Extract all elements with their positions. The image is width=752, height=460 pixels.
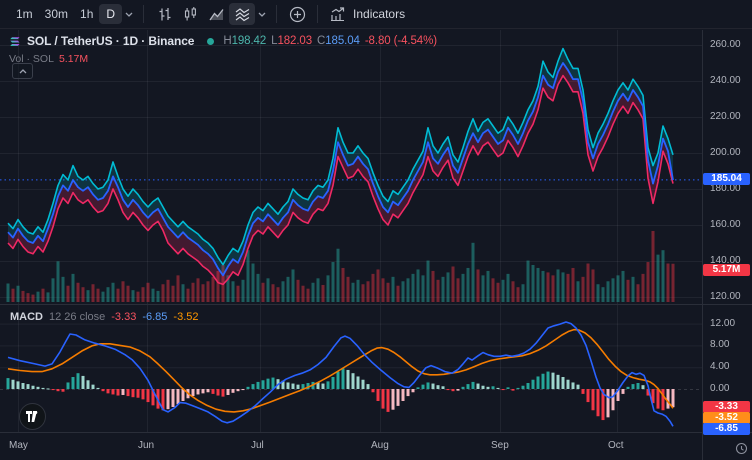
timeframe-dropdown-chevron-icon[interactable]	[122, 4, 136, 24]
indicators-button[interactable]: Indicators	[325, 6, 409, 22]
timeframe-1m-button[interactable]: 1m	[10, 4, 39, 24]
collapse-legend-button[interactable]	[12, 63, 33, 79]
timezone-clock-icon[interactable]	[734, 441, 748, 455]
macd-name[interactable]: MACD	[10, 311, 43, 323]
multi-line-chart-type-icon-selected[interactable]	[229, 3, 255, 25]
close-value: 185.04	[325, 35, 360, 47]
macd-line-value: -6.85	[142, 311, 167, 323]
solana-logo-icon	[9, 35, 22, 48]
last-price-badge: 185.04	[703, 173, 750, 185]
area-chart-type-icon[interactable]	[203, 3, 229, 25]
macd-legend: MACD 12 26 close -3.33 -6.85 -3.52	[10, 311, 199, 323]
high-value: 198.42	[232, 35, 267, 47]
tradingview-logo[interactable]	[19, 403, 46, 430]
timeframe-30m-button[interactable]: 30m	[39, 4, 74, 24]
symbol-legend: SOL / TetherUS · 1D · Binance H198.42 L1…	[9, 33, 437, 66]
top-toolbar: 1m 30m 1h D	[0, 0, 752, 29]
timeframe-1d-button[interactable]: D	[99, 4, 122, 24]
toolbar-separator	[317, 5, 318, 23]
toolbar-separator	[143, 5, 144, 23]
low-value: 182.03	[277, 35, 312, 47]
tradingview-chart-window: 1m 30m 1h D	[0, 0, 752, 460]
macd-line-badge: -6.85	[703, 423, 750, 435]
market-status-dot[interactable]	[207, 38, 214, 45]
compare-add-symbol-icon[interactable]	[284, 3, 310, 25]
volume-badge: 5.17M	[703, 264, 750, 276]
change-value: -8.80 (-4.54%)	[365, 35, 437, 47]
high-label: H	[223, 35, 231, 47]
macd-signal-value: -3.52	[173, 311, 198, 323]
bar-chart-type-icon[interactable]	[151, 3, 177, 25]
candles-chart-type-icon[interactable]	[177, 3, 203, 25]
macd-hist-value: -3.33	[111, 311, 136, 323]
symbol-title[interactable]: SOL / TetherUS · 1D · Binance	[27, 34, 194, 48]
volume-value: 5.17M	[59, 53, 88, 65]
toolbar-separator	[276, 5, 277, 23]
timeframe-1h-button[interactable]: 1h	[74, 4, 99, 24]
macd-params: 12 26 close	[49, 311, 105, 323]
price-axis[interactable]	[702, 30, 752, 432]
time-axis[interactable]	[0, 433, 702, 460]
chart-type-dropdown-chevron-icon[interactable]	[255, 4, 269, 24]
indicators-label: Indicators	[353, 7, 405, 21]
chart-plot-area[interactable]	[0, 30, 702, 432]
